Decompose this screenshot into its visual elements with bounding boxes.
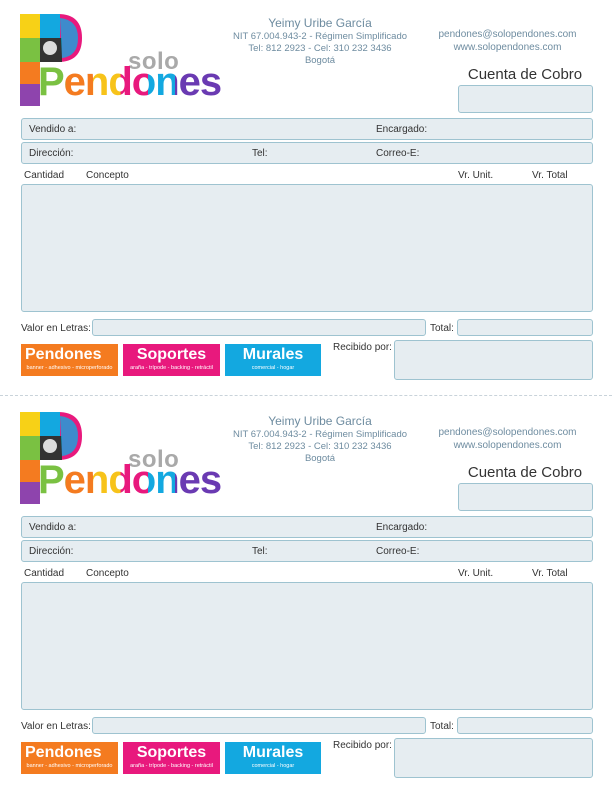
received-by-label: Recibido por:: [333, 740, 392, 751]
badge-subtitle: comercial - hogar: [251, 763, 295, 769]
address-label: Dirección:: [29, 148, 74, 159]
invoice-copy-2: solo Pendones Yeimy Uribe García NIT 67.…: [0, 398, 612, 794]
badge-pendones: Pendones banner - adhesivo - microperfor…: [21, 344, 118, 376]
badge-title: Soportes: [136, 346, 207, 363]
issuer-name: Yeimy Uribe García: [268, 414, 372, 428]
solopendones-logo: solo Pendones: [20, 412, 235, 508]
contact-email: pendones@solopendones.com: [438, 29, 577, 40]
issuer-info: Yeimy Uribe García NIT 67.004.943-2 - Ré…: [225, 16, 415, 67]
total-label: Total:: [430, 323, 454, 334]
badge-title: Murales: [242, 744, 304, 761]
contact-info: pendones@solopendones.com www.solopendon…: [425, 426, 590, 452]
document-title: Cuenta de Cobro: [467, 464, 583, 481]
received-by-field[interactable]: [394, 340, 593, 380]
col-unit-price: Vr. Unit.: [458, 568, 494, 579]
badge-murales: Murales comercial - hogar: [225, 344, 321, 376]
total-field[interactable]: [457, 717, 593, 734]
client-fields: Vendido a: Encargado: Dirección: Tel: Co…: [21, 118, 593, 164]
address-label: Dirección:: [29, 546, 74, 557]
issuer-city: Bogotá: [304, 453, 336, 464]
received-by-field[interactable]: [394, 738, 593, 778]
issuer-city: Bogotá: [304, 55, 336, 66]
client-row-1: Vendido a: Encargado:: [21, 516, 593, 538]
client-fields: Vendido a: Encargado: Dirección: Tel: Co…: [21, 516, 593, 562]
total-label: Total:: [430, 721, 454, 732]
badge-title: Murales: [242, 346, 304, 363]
amount-words-label: Valor en Letras:: [21, 721, 91, 732]
received-by-label: Recibido por:: [333, 342, 392, 353]
manager-label: Encargado:: [376, 522, 428, 533]
badge-title: Pendones: [25, 744, 102, 761]
badge-subtitle: banner - adhesivo - microperforado: [26, 365, 113, 371]
badge-subtitle: araña - trípode - backing - retráctil: [130, 365, 213, 371]
items-area[interactable]: [21, 184, 593, 312]
document-number-field[interactable]: [458, 85, 593, 113]
client-row-2: Dirección: Tel: Correo-E:: [21, 142, 593, 164]
contact-web: www.solopendones.com: [453, 440, 562, 451]
col-quantity: Cantidad: [24, 170, 65, 181]
contact-web: www.solopendones.com: [453, 42, 562, 53]
badge-subtitle: comercial - hogar: [251, 365, 295, 371]
issuer-nit: NIT 67.004.943-2 - Régimen Simplificado: [232, 31, 408, 42]
document-title: Cuenta de Cobro: [467, 66, 583, 83]
badge-subtitle: araña - trípode - backing - retráctil: [130, 763, 213, 769]
invoice-copy-1: solo Pendones Yeimy Uribe García NIT 67.…: [0, 0, 612, 396]
issuer-name: Yeimy Uribe García: [268, 16, 372, 30]
logo-pendones-text: Pendones: [38, 60, 222, 104]
client-row-1: Vendido a: Encargado:: [21, 118, 593, 140]
cut-line: [0, 395, 612, 396]
items-area[interactable]: [21, 582, 593, 710]
col-concept: Concepto: [86, 568, 129, 579]
email-label: Correo-E:: [376, 148, 420, 159]
badge-title: Pendones: [25, 346, 102, 363]
amount-words-field[interactable]: [92, 319, 426, 336]
col-concept: Concepto: [86, 170, 129, 181]
issuer-phones: Tel: 812 2923 - Cel: 310 232 3436: [248, 43, 392, 54]
badge-subtitle: banner - adhesivo - microperforado: [26, 763, 113, 769]
issuer-phones: Tel: 812 2923 - Cel: 310 232 3436: [248, 441, 392, 452]
solopendones-logo: solo Pendones: [20, 14, 235, 110]
col-unit-price: Vr. Unit.: [458, 170, 494, 181]
amount-words-label: Valor en Letras:: [21, 323, 91, 334]
badge-title: Soportes: [136, 744, 207, 761]
phone-label: Tel:: [252, 546, 268, 557]
phone-label: Tel:: [252, 148, 268, 159]
badge-soportes: Soportes araña - trípode - backing - ret…: [123, 344, 220, 376]
col-total: Vr. Total: [532, 170, 568, 181]
document-number-field[interactable]: [458, 483, 593, 511]
contact-info: pendones@solopendones.com www.solopendon…: [425, 28, 590, 54]
badge-murales: Murales comercial - hogar: [225, 742, 321, 774]
contact-email: pendones@solopendones.com: [438, 427, 577, 438]
logo-pendones-text: Pendones: [38, 458, 222, 502]
badge-pendones: Pendones banner - adhesivo - microperfor…: [21, 742, 118, 774]
client-row-2: Dirección: Tel: Correo-E:: [21, 540, 593, 562]
badge-soportes: Soportes araña - trípode - backing - ret…: [123, 742, 220, 774]
email-label: Correo-E:: [376, 546, 420, 557]
manager-label: Encargado:: [376, 124, 428, 135]
col-quantity: Cantidad: [24, 568, 65, 579]
total-field[interactable]: [457, 319, 593, 336]
issuer-info: Yeimy Uribe García NIT 67.004.943-2 - Ré…: [225, 414, 415, 465]
sold-to-label: Vendido a:: [29, 124, 77, 135]
issuer-nit: NIT 67.004.943-2 - Régimen Simplificado: [232, 429, 408, 440]
col-total: Vr. Total: [532, 568, 568, 579]
sold-to-label: Vendido a:: [29, 522, 77, 533]
amount-words-field[interactable]: [92, 717, 426, 734]
